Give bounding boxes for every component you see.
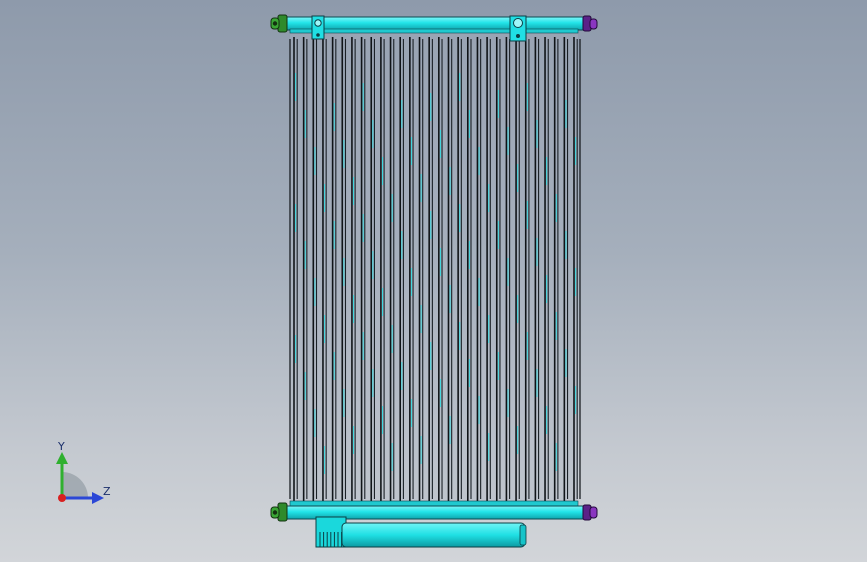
top-left-fitting [270, 14, 288, 33]
condenser-core [289, 33, 581, 503]
receiver-drier [315, 516, 527, 548]
condenser-model[interactable] [0, 0, 867, 562]
coordinate-triad: Y Z [40, 436, 130, 516]
graphics-viewport[interactable]: Y Z [0, 0, 867, 562]
z-axis-label: Z [103, 485, 111, 498]
y-axis-label: Y [58, 440, 65, 453]
y-axis-head [56, 452, 68, 464]
top-bracket-right [509, 15, 527, 42]
bottom-right-fitting [582, 504, 598, 521]
x-axis-point [58, 494, 66, 502]
top-right-fitting [582, 15, 598, 32]
bottom-left-fitting [270, 502, 288, 522]
triad-plane-shade [62, 472, 88, 498]
top-bracket-left [311, 15, 325, 40]
